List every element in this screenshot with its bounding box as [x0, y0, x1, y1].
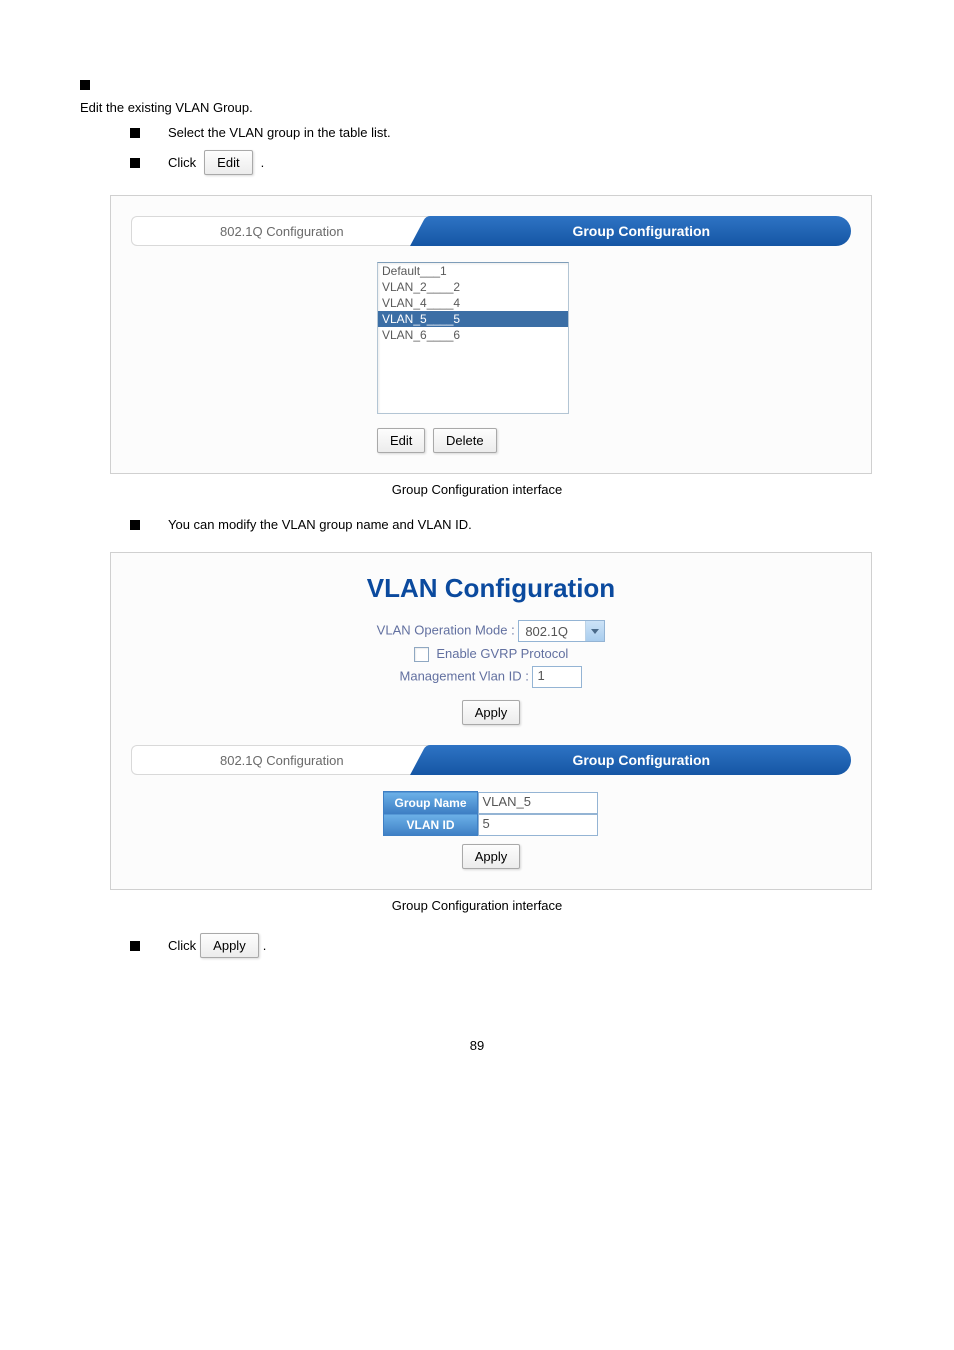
vlan-id-label: VLAN ID	[384, 814, 477, 836]
tab-group-config[interactable]: Group Configuration	[432, 216, 851, 246]
list-item[interactable]: VLAN_6____6	[378, 327, 568, 343]
list-item[interactable]: Default___1	[378, 263, 568, 279]
mgmt-vlan-label: Management Vlan ID :	[400, 669, 533, 684]
tab-8021q[interactable]: 802.1Q Configuration	[131, 216, 432, 246]
tab-bar: 802.1Q Configuration Group Configuration	[131, 216, 851, 246]
vlan-config-panel: VLAN Configuration VLAN Operation Mode :…	[110, 552, 872, 890]
step-text: Click	[168, 155, 196, 170]
tab-bar: 802.1Q Configuration Group Configuration	[131, 745, 851, 775]
tab-group-config[interactable]: Group Configuration	[432, 745, 851, 775]
step-text: Select the VLAN group in the table list.	[168, 125, 391, 140]
group-config-panel-1: 802.1Q Configuration Group Configuration…	[110, 195, 872, 474]
figure-caption: Group Configuration interface	[80, 898, 874, 913]
figure-caption: Group Configuration interface	[80, 482, 874, 497]
bullet-icon	[130, 520, 140, 530]
intro-text: Edit the existing VLAN Group.	[80, 100, 874, 115]
vlan-mode-select[interactable]: 802.1Q	[518, 620, 605, 642]
vlan-id-input[interactable]: 5	[478, 814, 598, 836]
list-item[interactable]: VLAN_4____4	[378, 295, 568, 311]
bullet-icon	[130, 941, 140, 951]
step-text: You can modify the VLAN group name and V…	[168, 517, 472, 532]
bullet-icon	[80, 80, 90, 90]
apply-button[interactable]: Apply	[462, 844, 521, 869]
gvrp-checkbox[interactable]	[414, 647, 429, 662]
bullet-icon	[130, 158, 140, 168]
panel-title: VLAN Configuration	[131, 573, 851, 604]
step-text: .	[261, 155, 265, 170]
gvrp-label: Enable GVRP Protocol	[436, 646, 568, 661]
apply-button-example: Apply	[200, 933, 259, 958]
delete-button[interactable]: Delete	[433, 428, 497, 453]
list-item[interactable]: VLAN_5____5	[378, 311, 568, 327]
step-text: .	[263, 938, 267, 953]
group-name-label: Group Name	[384, 792, 477, 814]
edit-button[interactable]: Edit	[377, 428, 425, 453]
select-value: 802.1Q	[519, 624, 585, 639]
list-item[interactable]: VLAN_2____2	[378, 279, 568, 295]
tab-8021q[interactable]: 802.1Q Configuration	[131, 745, 432, 775]
chevron-down-icon	[585, 621, 604, 641]
edit-button-example: Edit	[204, 150, 252, 175]
group-edit-table: Group Name VLAN_5 VLAN ID 5	[383, 791, 598, 836]
mgmt-vlan-input[interactable]: 1	[532, 666, 582, 688]
page-number: 89	[80, 1038, 874, 1053]
step-text: Click	[168, 938, 196, 953]
apply-button[interactable]: Apply	[462, 700, 521, 725]
mode-label: VLAN Operation Mode :	[377, 622, 519, 637]
group-name-input[interactable]: VLAN_5	[478, 792, 598, 814]
vlan-group-listbox[interactable]: Default___1 VLAN_2____2 VLAN_4____4 VLAN…	[377, 262, 569, 414]
bullet-icon	[130, 128, 140, 138]
